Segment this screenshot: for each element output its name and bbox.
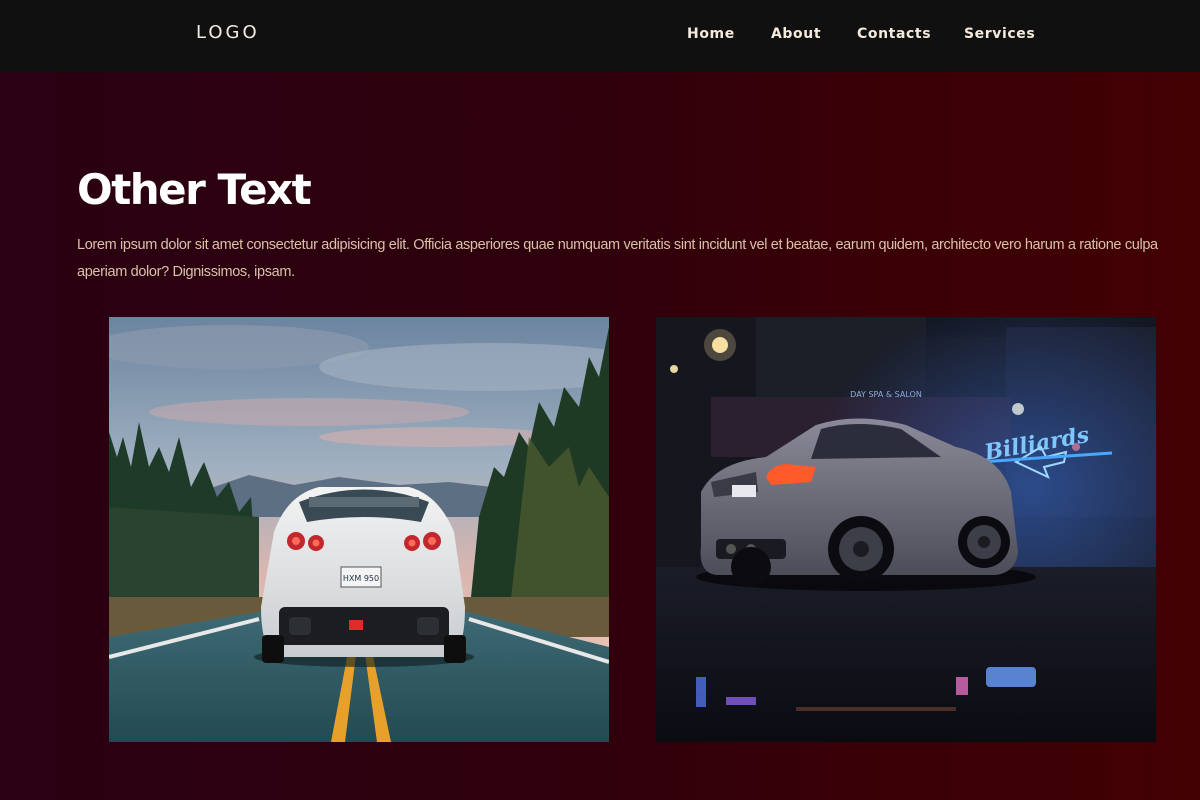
logo[interactable]: LOGO	[196, 22, 260, 43]
nav-link-services[interactable]: Services	[964, 26, 1035, 42]
nav-link-home[interactable]: Home	[687, 26, 735, 42]
car-road-image: HXM 950	[109, 317, 609, 742]
nav-link-about[interactable]: About	[771, 26, 821, 42]
section-heading: Other Text	[77, 165, 312, 214]
section-paragraph: Lorem ipsum dolor sit amet consectetur a…	[77, 237, 1158, 280]
navbar: LOGO Home About Contacts Services	[0, 0, 1200, 72]
nav-link-contacts[interactable]: Contacts	[857, 26, 931, 42]
car-night-image: DAY SPA & SALON Billiards	[656, 317, 1156, 742]
svg-text:HXM 950: HXM 950	[343, 574, 379, 583]
